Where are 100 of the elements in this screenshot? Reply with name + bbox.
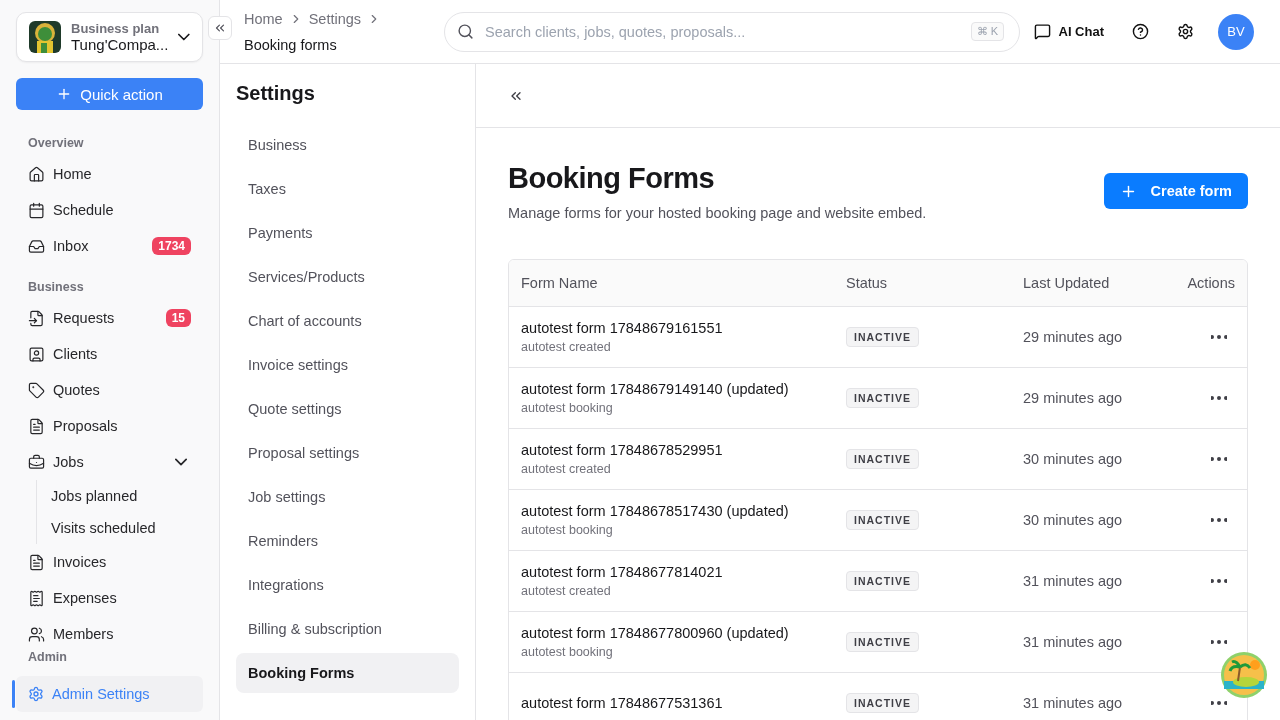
island-icon[interactable] (1220, 651, 1268, 699)
chevron-down-icon (178, 33, 190, 41)
ellipsis-icon (1211, 518, 1227, 522)
nav-item[interactable]: Home (16, 156, 203, 192)
settings-nav-item[interactable]: Chart of accounts (236, 301, 459, 341)
settings-nav-item[interactable]: Invoice settings (236, 345, 459, 385)
form-description: autotest created (521, 340, 612, 354)
table-cell-text: 31 minutes ago (1023, 573, 1124, 589)
nav-item[interactable]: Requests 15 (16, 300, 203, 336)
breadcrumb-current: Booking forms (244, 36, 337, 53)
table-cell-text: 30 minutes ago (1023, 451, 1124, 467)
settings-nav-item[interactable]: Proposal settings (236, 433, 459, 473)
status-badge: INACTIVE (846, 632, 919, 652)
settings-nav-item[interactable]: Services/Products (236, 257, 459, 297)
more-button[interactable] (1211, 396, 1227, 400)
form-name: autotest form 17848679161551 (521, 320, 724, 336)
settings-nav-item[interactable]: Business (236, 125, 459, 165)
section-label: Business (27, 279, 85, 296)
nav-item[interactable]: Expenses (16, 580, 203, 616)
calendar-icon (28, 201, 45, 219)
nav-item[interactable]: Jobs (16, 444, 203, 480)
ellipsis-icon (1211, 701, 1227, 705)
settings-nav-item[interactable]: Job settings (236, 477, 459, 517)
page-subtitle: Manage forms for your hosted booking page and website embed. (508, 205, 927, 221)
section-label: Admin (27, 649, 68, 666)
form-name: autotest form 17848677800960 (updated) (521, 625, 790, 641)
column-header: Status (846, 275, 889, 291)
status-badge: INACTIVE (846, 449, 919, 469)
workspace-name: Tung'Compa... (71, 36, 169, 53)
status-badge: INACTIVE (846, 327, 919, 347)
settings-title: Settings (236, 82, 316, 105)
settings-nav-item[interactable]: Payments (236, 213, 459, 253)
table-cell-text: 30 minutes ago (1023, 512, 1124, 528)
status-badge: INACTIVE (846, 510, 919, 530)
nav-subitem[interactable]: Visits scheduled (37, 512, 203, 544)
status-badge: INACTIVE (846, 571, 919, 591)
section-label: Overview (27, 135, 85, 152)
breadcrumb-link[interactable]: Home (244, 10, 283, 27)
contact-card-icon (28, 345, 45, 363)
nav-item[interactable]: Proposals (16, 408, 203, 444)
column-header: Last Updated (1023, 275, 1111, 291)
table-cell-text: 29 minutes ago (1023, 390, 1124, 406)
form-description: autotest created (521, 584, 612, 598)
status-badge: INACTIVE (846, 388, 919, 408)
double-chevron-left-icon (213, 21, 227, 35)
document-icon (28, 417, 45, 435)
more-button[interactable] (1211, 518, 1227, 522)
ellipsis-icon (1211, 335, 1227, 339)
ai-chat-button[interactable]: AI Chat (1029, 19, 1108, 44)
settings-nav-item[interactable]: Integrations (236, 565, 459, 605)
more-button[interactable] (1211, 640, 1227, 644)
column-header: Actions (1187, 275, 1235, 291)
form-description: autotest booking (521, 401, 614, 415)
table-cell-text: 31 minutes ago (1023, 634, 1124, 650)
page-title: Booking Forms (508, 162, 716, 195)
more-button[interactable] (1211, 335, 1227, 339)
briefcase-icon (28, 453, 45, 471)
workspace-switcher[interactable]: Business plan Tung'Compa... (16, 12, 203, 62)
form-description: autotest booking (521, 645, 614, 659)
settings-icon (1177, 23, 1194, 40)
document-icon (28, 553, 45, 571)
ellipsis-icon (1211, 457, 1227, 461)
status-badge: INACTIVE (846, 693, 919, 713)
nav-subitem[interactable]: Jobs planned (37, 480, 203, 512)
settings-nav-item[interactable]: Reminders (236, 521, 459, 561)
nav-item[interactable]: Members (16, 616, 203, 646)
collapse-sidebar-button[interactable] (208, 16, 232, 40)
settings-nav-item[interactable]: Taxes (236, 169, 459, 209)
search-icon (457, 22, 474, 40)
ellipsis-icon (1211, 579, 1227, 583)
more-button[interactable] (1211, 579, 1227, 583)
form-name: autotest form 17848678529951 (521, 442, 724, 458)
form-name: autotest form 17848679149140 (updated) (521, 381, 790, 397)
nav-item[interactable]: Quotes (16, 372, 203, 408)
inbox-icon (28, 237, 45, 255)
table-cell-text: 29 minutes ago (1023, 329, 1124, 345)
nav-item[interactable]: Invoices (16, 544, 203, 580)
create-form-button[interactable]: Create form (1103, 173, 1248, 209)
help-icon (1132, 23, 1149, 40)
breadcrumb-link[interactable]: Settings (308, 10, 362, 27)
form-description: autotest booking (521, 523, 614, 537)
chat-bubble-icon (1033, 23, 1051, 40)
nav-item[interactable]: Clients (16, 336, 203, 372)
settings-nav-item[interactable]: Billing & subscription (236, 609, 459, 649)
settings-nav-item[interactable]: Quote settings (236, 389, 459, 429)
gear-icon (28, 686, 44, 702)
more-button[interactable] (1211, 457, 1227, 461)
nav-item[interactable]: Inbox 1734 (16, 228, 203, 264)
table-cell-text: 31 minutes ago (1023, 695, 1124, 711)
column-header: Form Name (521, 275, 599, 291)
quick-action-button[interactable]: Quick action (16, 78, 203, 110)
people-icon (28, 625, 45, 643)
more-button[interactable] (1211, 701, 1227, 705)
settings-nav-item[interactable]: Booking Forms (236, 653, 459, 693)
ellipsis-icon (1211, 396, 1227, 400)
form-name: autotest form 17848678517430 (updated) (521, 503, 790, 519)
user-avatar[interactable]: BV (1218, 13, 1254, 50)
form-name: autotest form 17848677814021 (521, 564, 724, 580)
nav-item[interactable]: Schedule (16, 192, 203, 228)
receipt-icon (28, 589, 45, 607)
